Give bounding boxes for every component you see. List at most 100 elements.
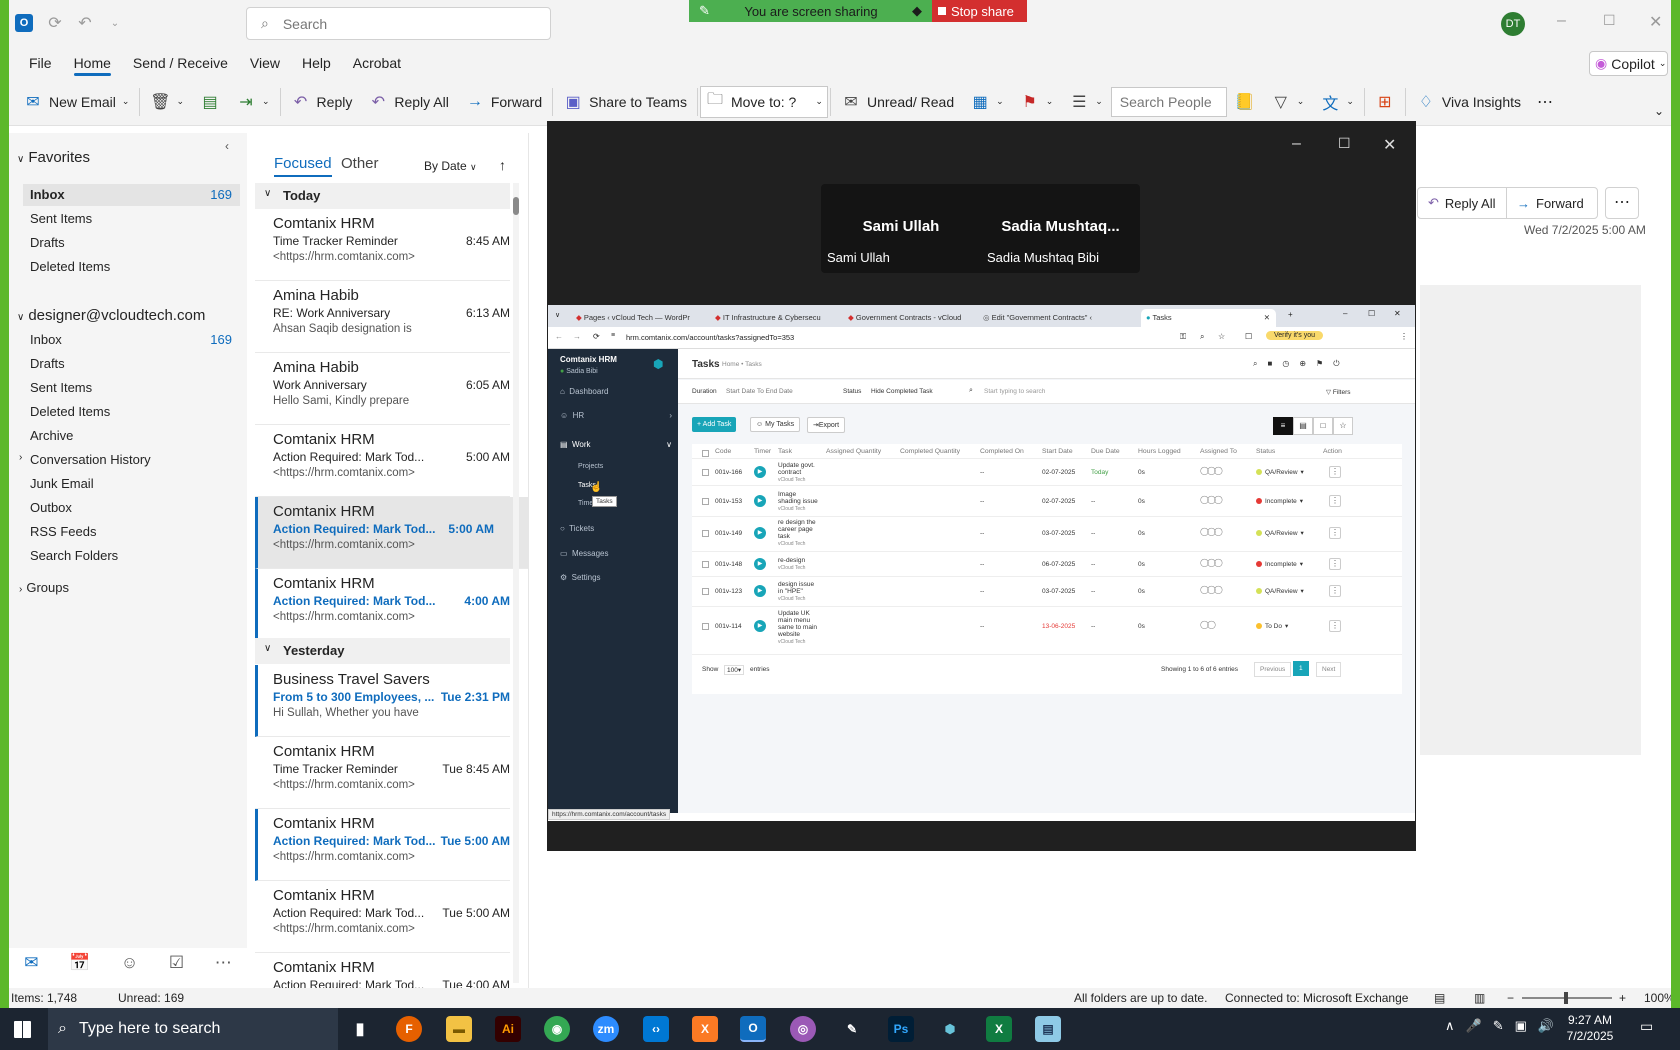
verify-button[interactable]: Verify it's you xyxy=(1266,331,1324,340)
taskbar-search[interactable]: ⌕ Type here to search xyxy=(48,1008,338,1050)
forward-button[interactable]: → Forward xyxy=(1506,187,1598,219)
column-header[interactable]: Assigned To xyxy=(1200,448,1237,455)
nav-settings[interactable]: ⚙ Settings xyxy=(560,571,601,585)
chrome-icon[interactable]: ◉ xyxy=(544,1016,570,1042)
column-header[interactable]: Code xyxy=(715,448,731,455)
search-people-field[interactable]: Search People xyxy=(1110,86,1227,117)
assignee-avatars[interactable]: ◯◯◯ xyxy=(1200,466,1223,475)
my-tasks-button[interactable]: ☺ My Tasks xyxy=(750,417,801,432)
folder-drafts[interactable]: Drafts xyxy=(30,232,240,254)
nav-work[interactable]: ▤ Work ∨ xyxy=(560,438,672,452)
archive-button[interactable]: ▤ xyxy=(192,84,228,120)
move-button[interactable]: ⇥ ⌄ xyxy=(228,84,278,120)
tab-view[interactable]: View xyxy=(239,48,291,78)
tab-other[interactable]: Other xyxy=(341,155,379,172)
firefox-icon[interactable]: F xyxy=(396,1016,422,1042)
flag-button[interactable]: ⚑ ⌄ xyxy=(1012,84,1062,120)
delete-button[interactable]: 🗑 ⌄ xyxy=(142,84,192,120)
reply-button[interactable]: ↶ Reply xyxy=(283,84,361,120)
row-checkbox[interactable] xyxy=(702,469,709,476)
nav-hr[interactable]: ☺ HR › xyxy=(560,409,672,423)
action-menu-icon[interactable]: ⋮ xyxy=(1329,466,1341,478)
illustrator-icon[interactable]: Ai xyxy=(495,1016,521,1042)
tab-help[interactable]: Help xyxy=(291,48,342,78)
row-checkbox[interactable] xyxy=(702,623,709,630)
action-menu-icon[interactable]: ⋮ xyxy=(1329,558,1341,570)
zoom-in-icon[interactable]: + xyxy=(1619,988,1626,1008)
column-header[interactable]: Action xyxy=(1323,448,1342,455)
translate-button[interactable]: 文 ⌄ xyxy=(1312,84,1362,120)
action-menu-icon[interactable]: ⋮ xyxy=(1329,495,1341,507)
task-code[interactable]: 001v-166 xyxy=(715,469,742,476)
column-header[interactable]: Due Date xyxy=(1091,448,1120,455)
folder-search-folders[interactable]: Search Folders xyxy=(30,545,240,567)
scrollbar-thumb[interactable] xyxy=(513,197,519,215)
address-book-button[interactable]: 📒 xyxy=(1227,84,1263,120)
back-icon[interactable]: ← xyxy=(555,332,563,341)
folder-rss-feeds[interactable]: RSS Feeds xyxy=(30,521,240,543)
undo-icon[interactable]: ↶ xyxy=(75,13,95,33)
excel-icon[interactable]: X xyxy=(986,1016,1012,1042)
viva-insights-button[interactable]: ♢ Viva Insights xyxy=(1408,84,1529,120)
close-icon[interactable]: ✕ xyxy=(1383,135,1396,155)
browser-tab[interactable]: ◆ IT Infrastructure & Cybersecu xyxy=(715,309,837,327)
play-timer-icon[interactable]: ▶ xyxy=(754,495,766,507)
move-to-quickstep[interactable]: 🗀 Move to: ? ⌄ xyxy=(699,85,828,118)
close-icon[interactable]: ✕ xyxy=(1649,12,1662,32)
task-code[interactable]: 001v-114 xyxy=(715,623,742,630)
forward-button[interactable]: → Forward xyxy=(457,84,550,120)
clock[interactable]: 9:27 AM 7/2/2025 xyxy=(1560,1012,1620,1044)
row-checkbox[interactable] xyxy=(702,561,709,568)
browser-menu-icon[interactable]: ⋮ xyxy=(1400,332,1408,341)
tab-menu-icon[interactable]: ∨ xyxy=(555,311,560,319)
minimize-icon[interactable]: – xyxy=(1343,309,1347,318)
list-item[interactable]: Comtanix HRM Time Tracker Reminder Tue 8:… xyxy=(255,737,510,809)
participant-tile[interactable]: Sami Ullah Sami Ullah xyxy=(821,184,981,273)
zoom-icon[interactable]: ⌕ xyxy=(1200,332,1204,342)
sort-direction-icon[interactable]: ↑ xyxy=(499,157,506,173)
firefox-alt-icon[interactable]: ◎ xyxy=(790,1016,816,1042)
task-code[interactable]: 001v-153 xyxy=(715,498,742,505)
status-dropdown[interactable]: Incomplete ▾ xyxy=(1256,497,1303,505)
task-code[interactable]: 001v-148 xyxy=(715,561,742,568)
more-commands-button[interactable]: ⋯ xyxy=(1529,84,1561,120)
maximize-icon[interactable]: ☐ xyxy=(1338,135,1351,152)
task-name[interactable]: re-design vCloud Tech xyxy=(778,557,805,572)
notes-icon[interactable]: ■ xyxy=(1267,359,1272,369)
more-actions-button[interactable]: ⋯ xyxy=(1605,187,1639,219)
groups-header[interactable]: › Groups xyxy=(19,580,69,595)
folder-archive[interactable]: Archive xyxy=(30,425,240,447)
zoom-thumb[interactable] xyxy=(1564,992,1568,1004)
folder-outbox[interactable]: Outbox xyxy=(30,497,240,519)
row-checkbox[interactable] xyxy=(702,530,709,537)
photoshop-icon[interactable]: Ps xyxy=(888,1016,914,1042)
folder-sent-items[interactable]: Sent Items xyxy=(30,208,240,230)
column-header[interactable]: Start Date xyxy=(1042,448,1073,455)
folder-conversation-history[interactable]: Conversation History xyxy=(30,449,240,471)
collapse-ribbon-icon[interactable]: ⌄ xyxy=(1654,104,1664,118)
notification-icon[interactable]: ▭ xyxy=(1640,1018,1653,1035)
share-to-teams-button[interactable]: ▣ Share to Teams xyxy=(555,84,695,120)
nav-tickets[interactable]: ○ Tickets xyxy=(560,522,594,536)
table-row[interactable]: 001v-149 ▶ re design the career page task v… xyxy=(692,516,1402,551)
list-item[interactable]: Comtanix HRM Action Required: Mark Tod..… xyxy=(255,809,510,881)
column-header[interactable]: Assigned Quantity xyxy=(826,448,881,455)
nav-messages[interactable]: ▭ Messages xyxy=(560,547,608,561)
play-timer-icon[interactable]: ▶ xyxy=(754,558,766,570)
table-row[interactable]: 001v-148 ▶ re-design vCloud Tech -- 06-07… xyxy=(692,551,1402,576)
group-header-yesterday[interactable]: Yesterday xyxy=(255,638,510,664)
list-item[interactable]: Amina Habib Work Anniversary 6:05 AM Hell… xyxy=(255,353,510,425)
bell-icon[interactable]: ⚑ xyxy=(1316,359,1323,369)
list-item[interactable]: Comtanix HRM Action Required: Mark Tod..… xyxy=(255,569,510,641)
column-header[interactable]: Hours Logged xyxy=(1138,448,1181,455)
minimize-icon[interactable]: – xyxy=(1557,12,1566,30)
notepad-icon[interactable]: ▤ xyxy=(1035,1016,1061,1042)
tab-focused[interactable]: Focused xyxy=(274,155,332,177)
action-menu-icon[interactable]: ⋮ xyxy=(1329,527,1341,539)
status-filter[interactable]: Hide Completed Task xyxy=(871,388,933,395)
pen-icon[interactable]: ✎ xyxy=(1493,1018,1504,1034)
task-view-icon[interactable]: ▮ xyxy=(347,1016,373,1042)
participant-tile[interactable]: Sadia Mushtaq... Sadia Mushtaq Bibi xyxy=(981,184,1140,273)
status-dropdown[interactable]: QA/Review ▾ xyxy=(1256,468,1304,476)
reading-view-icon[interactable]: ▥ xyxy=(1474,988,1485,1008)
